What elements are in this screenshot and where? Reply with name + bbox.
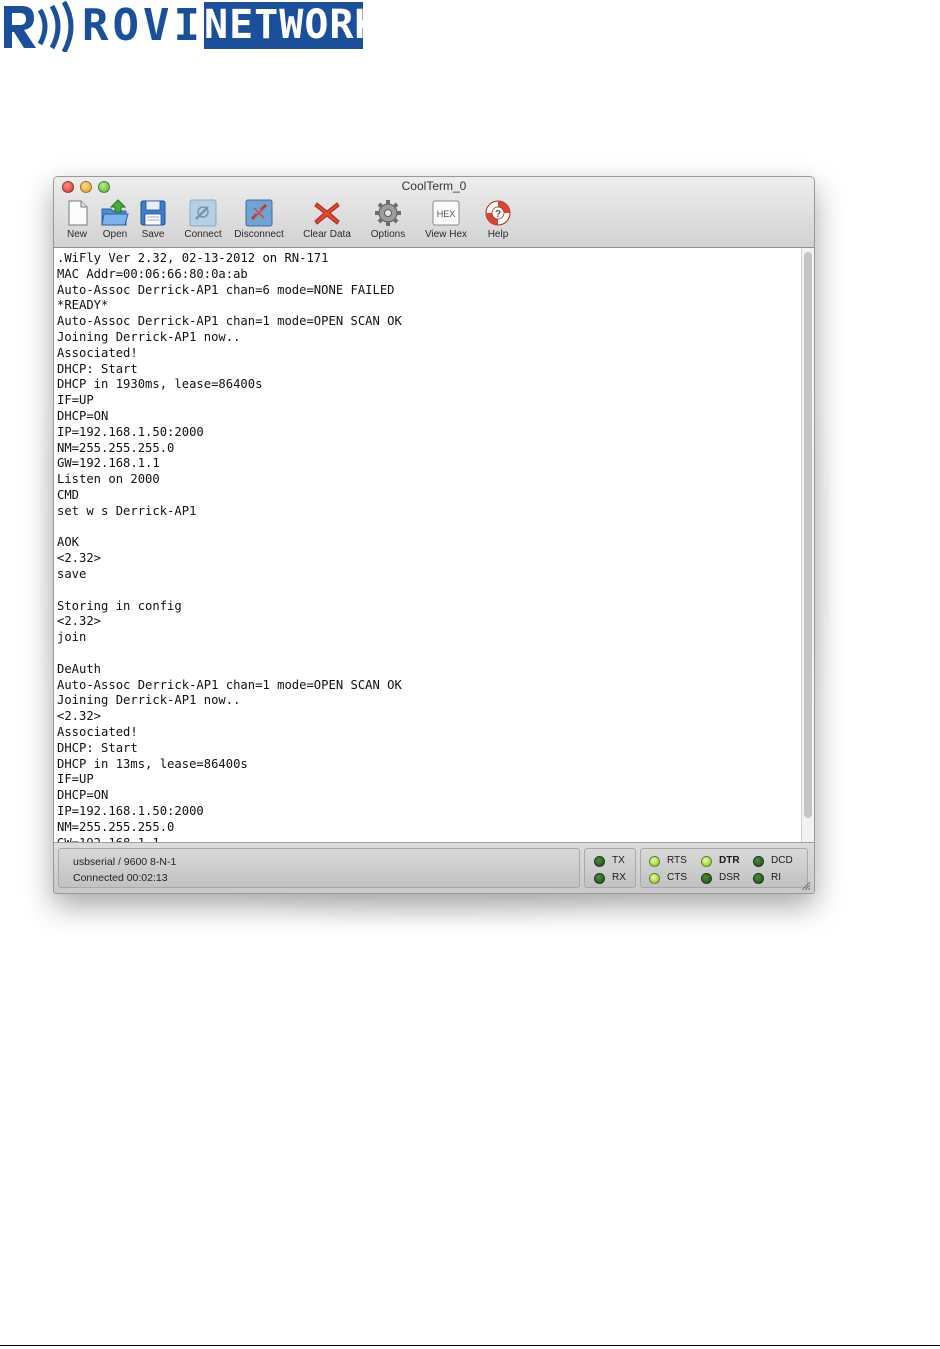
dsr-led-label: DSR xyxy=(719,872,741,883)
terminal-line: IP=192.168.1.50:2000 xyxy=(57,804,204,818)
terminal-line: DHCP in 1930ms, lease=86400s xyxy=(57,377,263,392)
terminal-line: save xyxy=(57,567,87,581)
terminal-line: GW=192.168.1.1 xyxy=(57,835,160,842)
title-toolbar: CoolTerm_0 New Open Save Connect Disconn… xyxy=(54,177,814,248)
terminal-output[interactable]: .WiFly Ver 2.32, 02-13-2012 on RN-171 MAC… xyxy=(54,248,801,842)
terminal-line: CMD xyxy=(57,488,80,502)
coolterm-window: CoolTerm_0 New Open Save Connect Disconn… xyxy=(53,176,815,894)
terminal-line: <2.32> xyxy=(57,551,102,566)
terminal-line: DHCP=ON xyxy=(57,409,109,423)
open-folder-icon xyxy=(101,199,129,226)
status-bar: usbserial / 9600 8-N-1 Connected 00:02:1… xyxy=(54,842,814,893)
terminal-line: IF=UP xyxy=(57,393,94,408)
terminal-line: <2.32> xyxy=(57,614,102,629)
terminal-line: .WiFly Ver 2.32, 02-13-2012 on RN-171 xyxy=(57,251,329,265)
window-title: CoolTerm_0 xyxy=(401,179,467,193)
ri-led-label: RI xyxy=(771,872,781,883)
terminal-line: Auto-Assoc Derrick-AP1 chan=6 mode=NONE … xyxy=(57,282,395,297)
connect-label: Connect xyxy=(184,229,222,240)
resize-grip-icon[interactable] xyxy=(801,881,811,891)
terminal-line: Joining Derrick-AP1 now.. xyxy=(57,330,241,344)
dtr-led[interactable] xyxy=(701,856,712,867)
view-hex-button[interactable]: HEX View Hex xyxy=(420,199,472,245)
connect-plug-icon xyxy=(189,199,217,227)
dtr-led-label: DTR xyxy=(719,855,740,866)
terminal-line: MAC Addr=00:06:66:80:0a:ab xyxy=(57,266,248,281)
terminal-line: <2.32> xyxy=(57,709,102,724)
tx-rx-panel: TX RX xyxy=(584,848,636,888)
disconnect-label: Disconnect xyxy=(234,229,284,240)
rts-led-label: RTS xyxy=(667,855,687,866)
terminal-line: GW=192.168.1.1 xyxy=(57,456,160,471)
terminal-line: NM=255.255.255.0 xyxy=(57,819,175,834)
gear-icon xyxy=(375,200,401,226)
terminal-line: DHCP in 13ms, lease=86400s xyxy=(57,756,248,771)
svg-text:HEX: HEX xyxy=(437,209,456,219)
dsr-led xyxy=(701,873,712,884)
save-button[interactable]: Save xyxy=(127,199,179,245)
terminal-line: set w s Derrick-AP1 xyxy=(57,503,197,518)
clear-data-label: Clear Data xyxy=(303,229,351,240)
terminal-line: NM=255.255.255.0 xyxy=(57,440,175,455)
connection-time-text: Connected 00:02:13 xyxy=(73,872,168,884)
new-document-icon xyxy=(68,200,88,226)
view-hex-label: View Hex xyxy=(424,229,468,240)
red-x-icon xyxy=(314,202,340,225)
terminal-line: Associated! xyxy=(57,725,138,739)
floppy-disk-icon xyxy=(140,200,166,226)
clear-data-button[interactable]: Clear Data xyxy=(301,199,353,245)
cts-led-label: CTS xyxy=(667,872,687,883)
connect-button[interactable]: Connect xyxy=(177,199,229,245)
disconnect-button[interactable]: Disconnect xyxy=(233,199,285,245)
terminal-line: IF=UP xyxy=(57,772,94,787)
terminal-line: join xyxy=(57,630,87,645)
help-button[interactable]: ? Help xyxy=(472,199,524,245)
options-button[interactable]: Options xyxy=(362,199,414,245)
svg-text:?: ? xyxy=(495,209,501,220)
terminal-line: DHCP: Start xyxy=(57,361,138,376)
roving-networks-logo: ROVING NETWORKS xyxy=(0,0,405,55)
options-label: Options xyxy=(370,229,406,240)
terminal-line: DHCP: Start xyxy=(57,740,138,755)
save-label: Save xyxy=(141,229,165,240)
terminal-line: AOK xyxy=(57,535,80,550)
terminal-line: Auto-Assoc Derrick-AP1 chan=1 mode=OPEN … xyxy=(57,314,402,329)
terminal-line: Associated! xyxy=(57,345,138,360)
tx-led xyxy=(594,856,605,867)
rx-led-label: RX xyxy=(612,872,626,883)
handshake-lines-panel: RTS CTS DTR DSR DCD RI xyxy=(640,848,808,888)
help-label: Help xyxy=(487,229,509,240)
ri-led xyxy=(753,873,764,884)
connection-info-panel: usbserial / 9600 8-N-1 Connected 00:02:1… xyxy=(58,848,580,888)
terminal-line: DeAuth xyxy=(57,661,102,676)
terminal-line: Listen on 2000 xyxy=(57,472,160,487)
terminal-line: IP=192.168.1.50:2000 xyxy=(57,424,204,439)
terminal-line: Auto-Assoc Derrick-AP1 chan=1 mode=OPEN … xyxy=(57,677,402,692)
wave-logo-icon xyxy=(4,0,74,52)
terminal-line: Storing in config xyxy=(57,598,182,613)
tx-led-label: TX xyxy=(612,855,625,866)
dcd-led-label: DCD xyxy=(771,855,793,866)
life-ring-icon: ? xyxy=(485,200,511,226)
terminal-line: Joining Derrick-AP1 now.. xyxy=(57,693,241,708)
disconnect-plug-icon xyxy=(245,199,273,227)
terminal-line: *READY* xyxy=(57,298,109,313)
rx-led xyxy=(594,873,605,884)
terminal-line: DHCP=ON xyxy=(57,788,109,803)
footer-rule xyxy=(0,1345,940,1346)
scrollbar-thumb[interactable] xyxy=(804,252,812,818)
port-settings-text: usbserial / 9600 8-N-1 xyxy=(73,856,177,868)
rts-led[interactable] xyxy=(649,856,660,867)
cts-led xyxy=(649,873,660,884)
logo-text-networks: NETWORKS xyxy=(204,2,405,49)
hex-icon: HEX xyxy=(432,200,460,226)
dcd-led xyxy=(753,856,764,867)
vertical-scrollbar[interactable] xyxy=(801,248,814,842)
